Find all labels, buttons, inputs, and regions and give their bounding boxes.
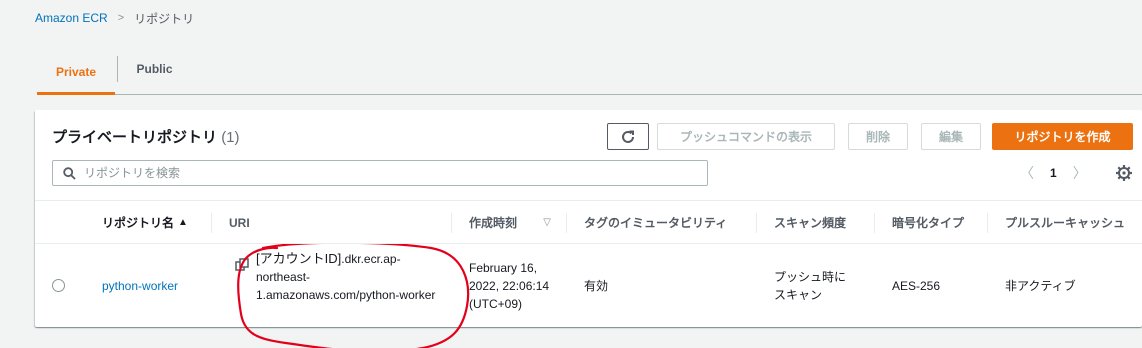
encryption-type-cell: AES-256	[892, 278, 941, 293]
breadcrumb: Amazon ECR > リポジトリ	[35, 10, 194, 26]
search-icon	[63, 166, 76, 180]
repository-count: (1)	[221, 129, 240, 146]
tab-private[interactable]: Private	[37, 50, 115, 95]
column-header-repository-name[interactable]: リポジトリ名 ▲	[85, 201, 212, 244]
view-push-commands-button[interactable]: プッシュコマンドの表示	[657, 123, 835, 150]
select-column-header	[35, 201, 85, 244]
next-page-icon[interactable]: 〉	[1072, 163, 1088, 183]
breadcrumb-amazon-ecr-link[interactable]: Amazon ECR	[35, 11, 108, 25]
tab-bar: Private Public	[37, 50, 1142, 95]
column-header-pull-through-cache[interactable]: プルスルーキャッシュ	[988, 201, 1142, 244]
scan-frequency-cell: プッシュ時にスキャン	[774, 269, 847, 302]
copy-icon[interactable]	[235, 258, 249, 272]
row-select-cell	[35, 244, 85, 327]
sort-icon: ▽	[543, 217, 551, 228]
column-header-encryption-type[interactable]: 暗号化タイプ	[875, 201, 988, 244]
table-row[interactable]: python-worker [アカウントID].dkr.ecr.ap-north…	[35, 244, 1142, 348]
uri-account-id: [アカウントID]	[256, 251, 342, 266]
delete-button[interactable]: 削除	[848, 123, 908, 150]
sort-ascending-icon: ▲	[178, 217, 188, 228]
column-header-tag-immutability[interactable]: タグのイミュータビリティ	[567, 201, 757, 244]
repositories-panel: プライベートリポジトリ (1) プッシュコマンドの表示 削除 編集 リポジトリを…	[35, 110, 1142, 348]
table-header: リポジトリ名 ▲ URI 作成時刻 ▽ タグのイミュータビリティ スキャン頻度 …	[35, 200, 1142, 244]
repository-uri: [アカウントID].dkr.ecr.ap-northeast-1.amazona…	[256, 250, 446, 304]
search-input[interactable]	[84, 166, 664, 180]
tab-public[interactable]: Public	[117, 56, 191, 82]
row-select-radio[interactable]	[52, 279, 65, 292]
column-header-uri[interactable]: URI	[212, 201, 452, 244]
breadcrumb-current: リポジトリ	[134, 11, 195, 26]
refresh-icon	[622, 130, 634, 143]
previous-page-icon[interactable]: 〈	[1019, 163, 1035, 183]
repository-name-link[interactable]: python-worker	[85, 244, 212, 327]
search-field[interactable]	[52, 160, 708, 186]
pull-through-cache-cell: 非アクティブ	[1005, 278, 1076, 293]
edit-button[interactable]: 編集	[921, 123, 981, 150]
column-header-created[interactable]: 作成時刻 ▽	[452, 201, 567, 244]
panel-title: プライベートリポジトリ (1)	[52, 126, 240, 147]
column-header-scan-frequency[interactable]: スキャン頻度	[757, 201, 875, 244]
breadcrumb-separator-icon: >	[117, 12, 125, 24]
pagination: 〈 1 〉	[1019, 163, 1088, 183]
created-time-cell: February 16, 2022, 22:06:14 (UTC+09)	[469, 260, 550, 311]
current-page-number[interactable]: 1	[1050, 166, 1057, 180]
refresh-button[interactable]	[607, 123, 649, 150]
gear-icon[interactable]	[1115, 164, 1133, 182]
tag-immutability-cell: 有効	[584, 278, 609, 293]
panel-title-text: プライベートリポジトリ	[52, 129, 218, 146]
create-repository-button[interactable]: リポジトリを作成	[992, 123, 1133, 150]
